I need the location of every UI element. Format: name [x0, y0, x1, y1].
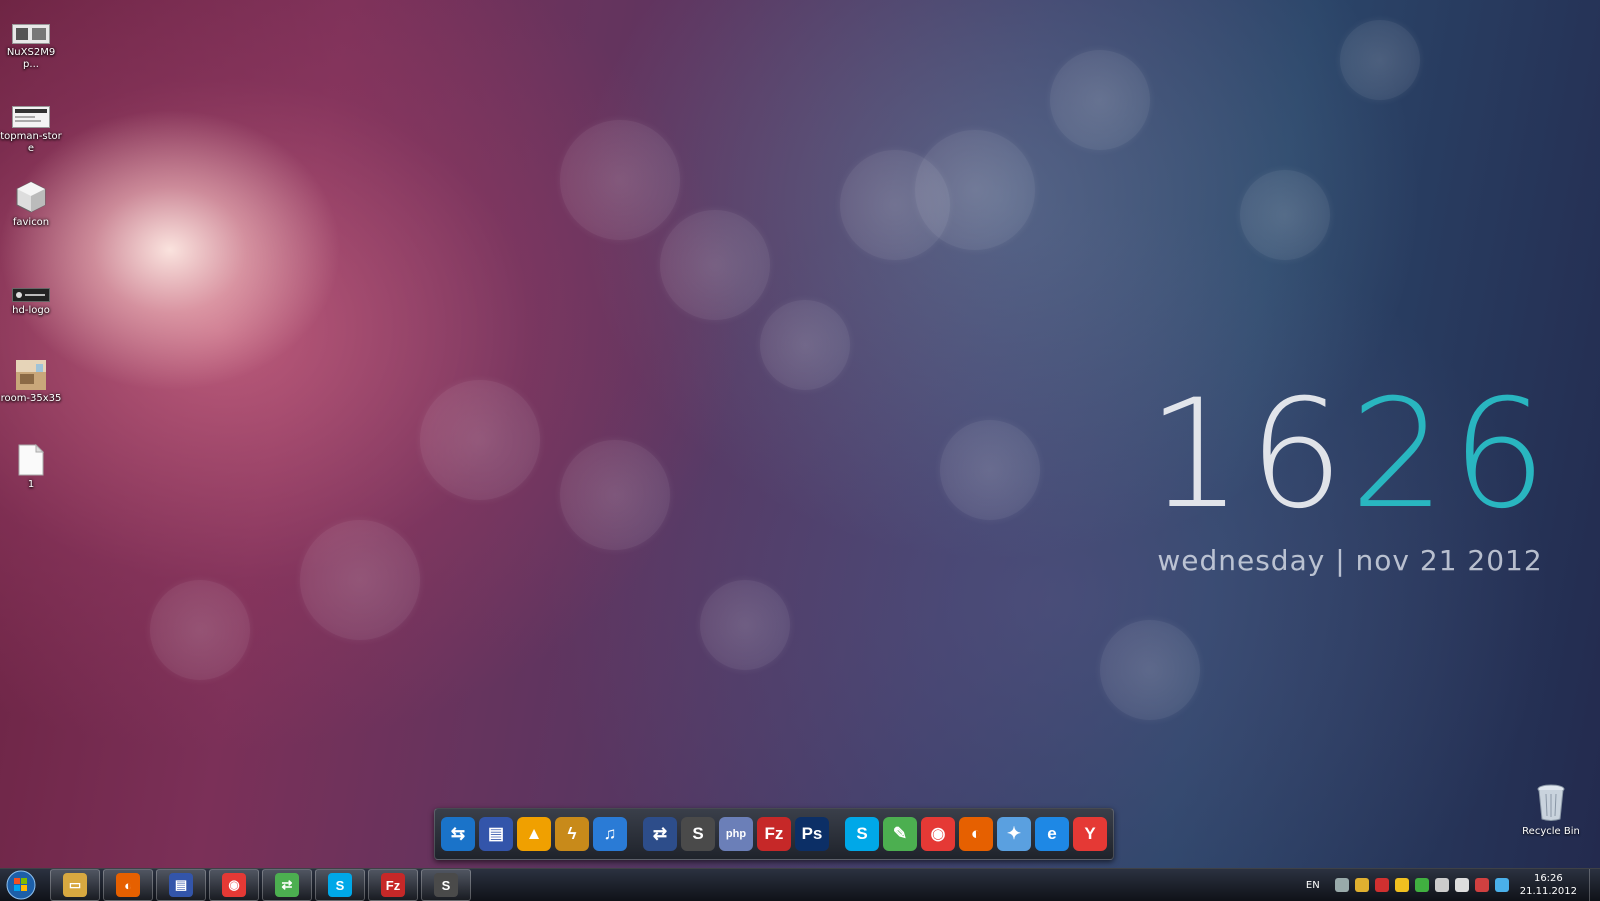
- desktop-icon-label: room-35x35: [0, 393, 62, 404]
- dock-item-winamp[interactable]: ϟ: [555, 817, 589, 851]
- skype-icon: S: [328, 873, 352, 897]
- desktop-icon-label: topman-store: [0, 131, 62, 154]
- taskbar-pinned-apps: ▭ ◐ ▤ ◉ ⇄ S Fz S: [50, 869, 474, 901]
- taskbar-button-chrome[interactable]: ◉: [209, 869, 259, 901]
- desktop-icon-room-35x35[interactable]: room-35x35: [0, 360, 62, 405]
- floppy-save-icon: ▤: [169, 873, 193, 897]
- taskbar-button-filezilla[interactable]: Fz: [368, 869, 418, 901]
- dock-item-yandex-browser[interactable]: Y: [1073, 817, 1107, 851]
- dock-item-internet-explorer[interactable]: e: [1035, 817, 1069, 851]
- recycle-bin-label: Recycle Bin: [1522, 826, 1580, 837]
- show-desktop-button[interactable]: [1589, 869, 1600, 901]
- bokeh-circle: [915, 130, 1035, 250]
- dock-item-aimp[interactable]: ▲: [517, 817, 551, 851]
- note-icon[interactable]: [1394, 878, 1409, 892]
- bokeh-circle: [1240, 170, 1330, 260]
- taskbar-button-network-tool[interactable]: ⇄: [262, 869, 312, 901]
- desktop-icon-label: hd-logo: [12, 305, 50, 316]
- dock-item-filezilla[interactable]: Fz: [757, 817, 791, 851]
- clock-widget: 16 26 wednesday | nov 21 2012: [1147, 368, 1553, 577]
- dock-item-network-tool[interactable]: ⇄: [643, 817, 677, 851]
- desktop-icon-1[interactable]: 1: [0, 444, 62, 491]
- desktop-icon-label: NuXS2M9p...: [6, 47, 56, 70]
- taskbar-button-floppy-save[interactable]: ▤: [156, 869, 206, 901]
- start-button[interactable]: [4, 870, 38, 900]
- desktop-icon-nuxs2m9p[interactable]: NuXS2M9p...: [0, 24, 62, 71]
- bokeh-circle: [760, 300, 850, 390]
- flag-icon[interactable]: [1474, 878, 1489, 892]
- taskbar: ▭ ◐ ▤ ◉ ⇄ S Fz S EN 16:26 21.11.2012: [0, 868, 1600, 901]
- tray-icons: [1332, 878, 1512, 892]
- tray-time: 16:26: [1533, 873, 1563, 884]
- desktop-icon-label: favicon: [12, 217, 50, 228]
- room-photo-icon: [16, 360, 46, 390]
- recycle-bin-icon: [1537, 784, 1565, 821]
- network-icon[interactable]: [1434, 878, 1449, 892]
- dock-item-floppy-save[interactable]: ▤: [479, 817, 513, 851]
- clock-date: wednesday | nov 21 2012: [1157, 544, 1543, 577]
- taskbar-button-sublime-text[interactable]: S: [421, 869, 471, 901]
- sublime-text-icon: S: [434, 873, 458, 897]
- antivirus-icon[interactable]: [1374, 878, 1389, 892]
- text-document-icon: [18, 444, 44, 476]
- dock-item-safari[interactable]: ✦: [997, 817, 1031, 851]
- taskbar-button-firefox[interactable]: ◐: [103, 869, 153, 901]
- dock-item-sublime-text[interactable]: S: [681, 817, 715, 851]
- tray-date: 21.11.2012: [1519, 886, 1577, 897]
- dock-item-itunes[interactable]: ♫: [593, 817, 627, 851]
- system-tray: EN 16:26 21.11.2012: [1306, 869, 1600, 901]
- firefox-icon: ◐: [116, 873, 140, 897]
- clock-minutes: 26: [1350, 368, 1553, 542]
- drop-icon[interactable]: [1334, 878, 1349, 892]
- clock-hours: 16: [1147, 368, 1350, 542]
- bokeh-circle: [560, 120, 680, 240]
- taskbar-button-skype[interactable]: S: [315, 869, 365, 901]
- windows-start-orb-icon: [6, 870, 36, 900]
- dock-item-skype[interactable]: S: [845, 817, 879, 851]
- network-tool-icon: ⇄: [275, 873, 299, 897]
- dock-item-photoshop[interactable]: Ps: [795, 817, 829, 851]
- image-thumbnail-icon: [12, 106, 50, 128]
- desktop-icon-favicon[interactable]: favicon: [0, 180, 62, 229]
- bokeh-circle: [150, 580, 250, 680]
- bokeh-circle: [1050, 50, 1150, 150]
- desktop-icon-topman-store[interactable]: topman-store: [0, 106, 62, 155]
- bokeh-circle: [660, 210, 770, 320]
- dock-item-teamviewer[interactable]: ⇆: [441, 817, 475, 851]
- language-indicator[interactable]: EN: [1306, 880, 1320, 891]
- tray-clock[interactable]: 16:26 21.11.2012: [1520, 872, 1577, 898]
- app-dock: ⇆ ▤ ▲ ϟ ♫ ⇄ Sphp Fz Ps S ✎ ◉ ◐ ✦ e Y: [434, 808, 1114, 860]
- logo-thumbnail-icon: [12, 288, 50, 302]
- bokeh-circle: [300, 520, 420, 640]
- bokeh-circle: [1100, 620, 1200, 720]
- bokeh-circle: [560, 440, 670, 550]
- volume-icon[interactable]: [1454, 878, 1469, 892]
- bokeh-circle: [940, 420, 1040, 520]
- filezilla-icon: Fz: [381, 873, 405, 897]
- dock-item-firefox[interactable]: ◐: [959, 817, 993, 851]
- bokeh-circle: [1340, 20, 1420, 100]
- desktop: NuXS2M9p... topman-store favicon hd-logo: [0, 0, 1600, 868]
- dropbox-icon[interactable]: [1494, 878, 1509, 892]
- recycle-icon[interactable]: [1414, 878, 1429, 892]
- desktop-icon-recycle-bin[interactable]: Recycle Bin: [1518, 784, 1584, 837]
- desktop-icon-label: 1: [27, 479, 35, 490]
- dock-item-chrome[interactable]: ◉: [921, 817, 955, 851]
- bokeh-circle: [420, 380, 540, 500]
- dock-item-php[interactable]: php: [719, 817, 753, 851]
- bokeh-circle: [700, 580, 790, 670]
- desktop-icon-hd-logo[interactable]: hd-logo: [0, 288, 62, 317]
- favicon-cube-icon: [16, 181, 46, 213]
- taskbar-button-explorer[interactable]: ▭: [50, 869, 100, 901]
- orb-icon[interactable]: [1354, 878, 1369, 892]
- dock-item-evernote-like[interactable]: ✎: [883, 817, 917, 851]
- image-thumbnail-icon: [12, 24, 50, 44]
- chrome-icon: ◉: [222, 873, 246, 897]
- explorer-icon: ▭: [63, 873, 87, 897]
- clock-time: 16 26: [1147, 368, 1553, 542]
